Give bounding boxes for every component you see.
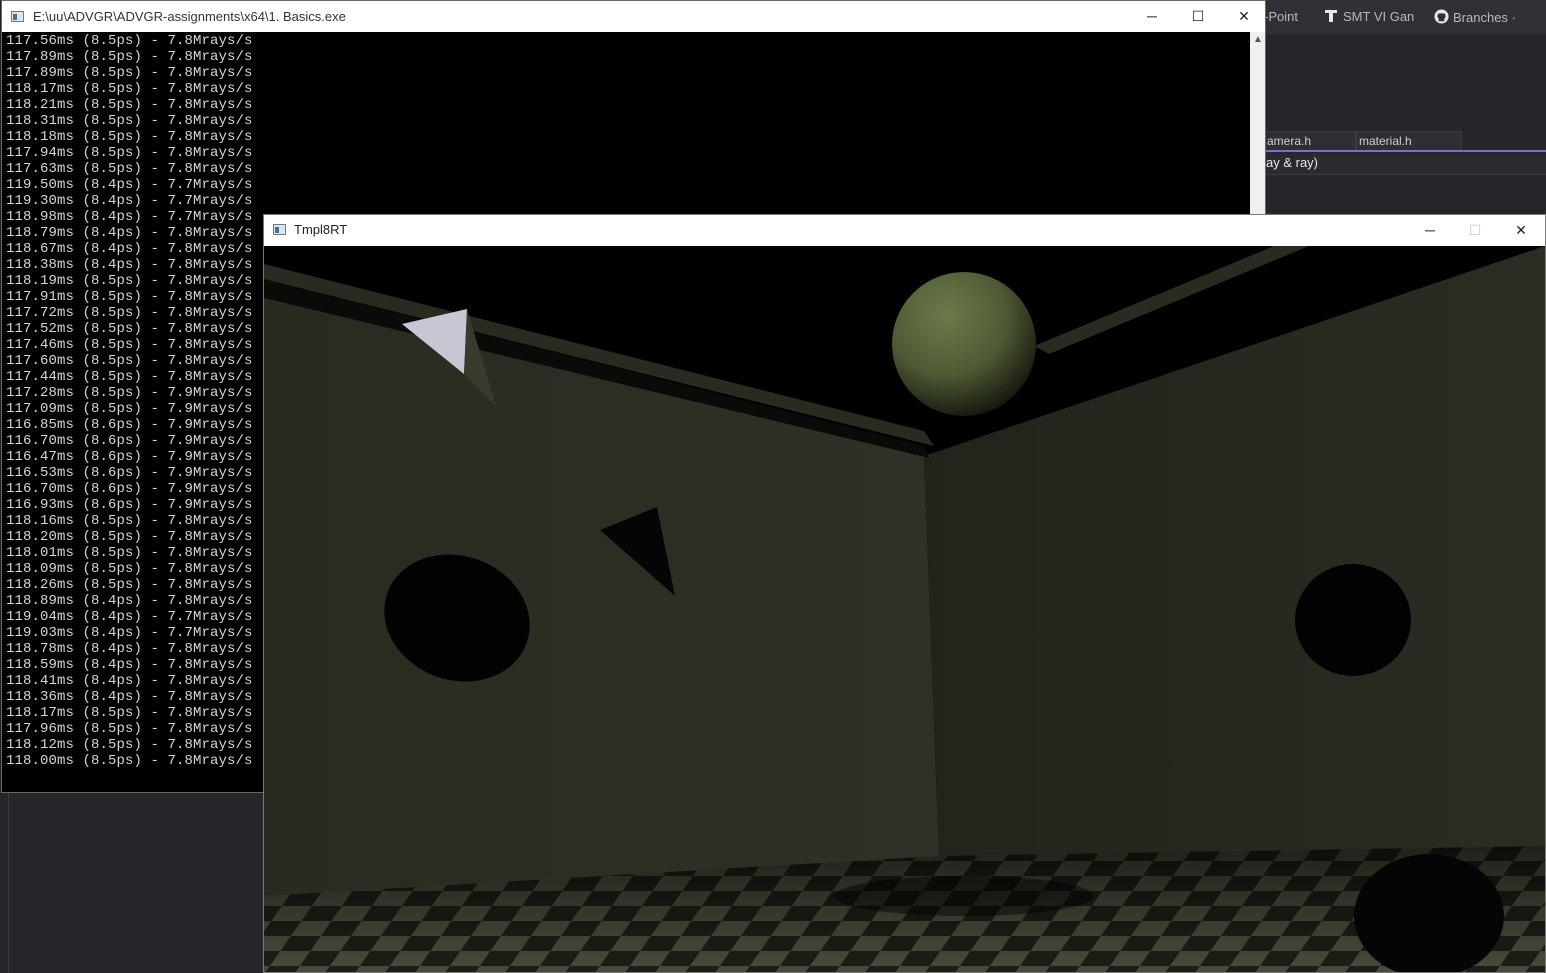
render-title: Tmpl8RT [294, 222, 348, 237]
bookmark-label: SMT VI Gan [1343, 9, 1415, 24]
console-line: 119.50ms (8.4ps) - 7.7Mrays/s [6, 177, 253, 193]
maximize-button: ☐ [1468, 222, 1482, 238]
console-line: 118.31ms (8.5ps) - 7.8Mrays/s [6, 113, 253, 129]
panel-divider [8, 792, 9, 973]
code-line: ay & ray) [1266, 154, 1546, 175]
tab-label: material.h [1359, 134, 1412, 148]
background-ide-panel [0, 792, 264, 973]
console-line: 118.18ms (8.5ps) - 7.8Mrays/s [6, 129, 253, 145]
console-line: 117.94ms (8.5ps) - 7.8Mrays/s [6, 145, 253, 161]
github-icon [1434, 9, 1449, 24]
dark-sphere-right [1295, 564, 1411, 676]
tab-material-h[interactable]: material.h [1356, 131, 1462, 152]
bookmark-powerpoint[interactable]: -Point [1264, 9, 1298, 24]
bookmark-branches[interactable]: Branches · [1434, 9, 1516, 25]
console-line: 117.89ms (8.5ps) - 7.8Mrays/s [6, 49, 253, 65]
green-sphere [892, 272, 1036, 416]
console-line: 118.21ms (8.5ps) - 7.8Mrays/s [6, 97, 253, 113]
close-button[interactable]: ✕ [1221, 1, 1267, 31]
console-title: E:\uu\ADVGR\ADVGR-assignments\x64\1. Bas… [33, 9, 346, 24]
bookmark-smt[interactable]: SMT VI Gan [1324, 9, 1414, 24]
tudelft-icon [1324, 9, 1338, 23]
scroll-up-icon[interactable]: ▲ [1253, 34, 1263, 45]
bookmark-label: Branches · [1453, 10, 1516, 25]
tab-underline [1266, 150, 1546, 152]
bookmarks-bar: -Point SMT VI Gan Branches · [1264, 0, 1546, 34]
console-app-icon [11, 11, 24, 22]
render-titlebar[interactable]: Tmpl8RT ─ ☐ ✕ [264, 215, 1545, 246]
render-app-icon [273, 224, 286, 235]
dark-sphere-floor [1354, 854, 1504, 972]
maximize-button[interactable]: ☐ [1175, 1, 1221, 31]
raytraced-scene[interactable] [264, 246, 1545, 973]
console-line: 117.63ms (8.5ps) - 7.8Mrays/s [6, 161, 253, 177]
bookmark-label: -Point [1264, 9, 1298, 24]
tab-camera-h[interactable]: amera.h [1264, 131, 1356, 152]
render-window[interactable]: Tmpl8RT ─ ☐ ✕ [263, 214, 1546, 973]
console-line: 118.17ms (8.5ps) - 7.8Mrays/s [6, 81, 253, 97]
tab-label: amera.h [1267, 134, 1312, 148]
console-line: 117.56ms (8.5ps) - 7.8Mrays/s [6, 33, 253, 49]
editor-tabs: amera.h material.h [1264, 131, 1546, 152]
console-titlebar[interactable]: E:\uu\ADVGR\ADVGR-assignments\x64\1. Bas… [2, 1, 1265, 32]
minimize-button[interactable]: ─ [1407, 215, 1453, 245]
close-button[interactable]: ✕ [1498, 215, 1544, 245]
floor-shadow [834, 876, 1094, 916]
console-line: 119.30ms (8.4ps) - 7.7Mrays/s [6, 193, 253, 209]
console-line: 117.89ms (8.5ps) - 7.8Mrays/s [6, 65, 253, 81]
minimize-button[interactable]: ─ [1129, 1, 1175, 31]
